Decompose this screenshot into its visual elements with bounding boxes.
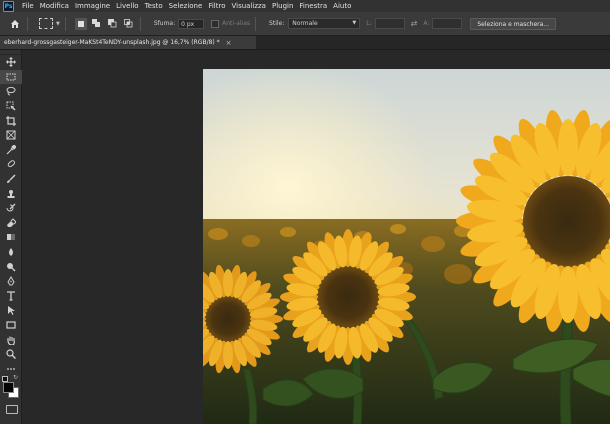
petal <box>557 119 579 176</box>
separator <box>139 16 141 31</box>
close-icon[interactable]: × <box>226 39 232 47</box>
document-tab[interactable]: eberhard-grossgasteiger-MaKSt4TeNDY-unsp… <box>0 36 256 49</box>
menu-livello[interactable]: Livello <box>113 0 141 12</box>
document-image[interactable] <box>203 69 610 424</box>
menu-selezione[interactable]: Selezione <box>166 0 206 12</box>
menu-aiuto[interactable]: Aiuto <box>330 0 354 12</box>
petal <box>223 269 233 297</box>
swap-colors-icon[interactable]: ↻ <box>13 374 18 381</box>
rectangle-tool-icon[interactable] <box>0 318 22 333</box>
select-and-mask-button[interactable]: Seleziona e maschera... <box>470 17 557 30</box>
hand-tool-icon[interactable] <box>0 332 22 347</box>
crop-tool-icon[interactable] <box>0 113 22 128</box>
width-input[interactable] <box>374 18 405 29</box>
move-tool-icon[interactable] <box>0 55 22 70</box>
document-tab-title: eberhard-grossgasteiger-MaKSt4TeNDY-unsp… <box>4 39 220 46</box>
photoshop-logo-icon[interactable]: Ps <box>3 0 14 12</box>
spot-healing-brush-icon[interactable] <box>0 157 22 172</box>
subtract-from-selection-icon[interactable] <box>107 18 119 30</box>
menu-file[interactable]: File <box>19 0 37 12</box>
dodge-tool-icon[interactable] <box>0 259 22 274</box>
intersect-selection-icon[interactable] <box>123 18 135 30</box>
anti-alias-checkbox[interactable] <box>211 19 220 28</box>
petal <box>557 266 579 323</box>
canvas-area[interactable] <box>22 50 610 424</box>
tool-preset-icon[interactable] <box>39 18 53 29</box>
more-tools-icon[interactable] <box>0 361 22 376</box>
document-tab-bar: eberhard-grossgasteiger-MaKSt4TeNDY-unsp… <box>0 36 610 50</box>
tools-panel: ↻ <box>0 50 22 424</box>
anti-alias-label: Anti-alias <box>222 20 251 27</box>
menu-plugin[interactable]: Plugin <box>269 0 296 12</box>
height-label: A: <box>423 20 430 27</box>
chevron-down-icon[interactable]: ▼ <box>56 21 60 27</box>
new-selection-icon[interactable] <box>74 17 87 30</box>
flower-center <box>318 267 378 327</box>
rectangular-marquee-tool-icon[interactable] <box>0 69 22 85</box>
object-selection-tool-icon[interactable] <box>0 99 22 114</box>
flower-center <box>523 176 610 266</box>
history-brush-icon[interactable] <box>0 201 22 216</box>
menu-finestra[interactable]: Finestra <box>296 0 330 12</box>
separator <box>255 16 257 31</box>
color-swatches: ↻ <box>2 374 20 398</box>
eyedropper-tool-icon[interactable] <box>0 143 22 158</box>
gradient-tool-icon[interactable] <box>0 230 22 245</box>
sunflower-photo <box>203 69 610 424</box>
separator <box>64 16 66 31</box>
path-selection-tool-icon[interactable] <box>0 303 22 318</box>
add-to-selection-icon[interactable] <box>91 18 103 30</box>
height-input[interactable] <box>432 18 463 29</box>
style-select-value: Normale <box>292 20 318 27</box>
feather-label: Sfuma: <box>153 20 176 27</box>
lasso-tool-icon[interactable] <box>0 84 22 99</box>
chevron-down-icon: ▼ <box>352 20 357 26</box>
petal <box>223 341 233 369</box>
frame-tool-icon[interactable] <box>0 128 22 143</box>
width-label: L: <box>366 20 372 27</box>
quick-mask-icon[interactable] <box>6 405 18 414</box>
options-bar: ▼ Sfuma: 0 px Anti-alias Stile: Normale … <box>0 12 610 36</box>
menu-filtro[interactable]: Filtro <box>205 0 228 12</box>
style-select[interactable]: Normale ▼ <box>288 18 361 29</box>
blur-tool-icon[interactable] <box>0 245 22 260</box>
home-icon[interactable] <box>8 17 22 31</box>
brush-tool-icon[interactable] <box>0 172 22 187</box>
flower-center <box>206 297 250 341</box>
menu-immagine[interactable]: Immagine <box>72 0 113 12</box>
eraser-tool-icon[interactable] <box>0 216 22 231</box>
swap-dimensions-icon[interactable]: ⇄ <box>411 19 418 28</box>
style-label: Stile: <box>269 20 285 27</box>
pen-tool-icon[interactable] <box>0 274 22 289</box>
menu-testo[interactable]: Testo <box>142 0 166 12</box>
menu-visualizza[interactable]: Visualizza <box>228 0 268 12</box>
feather-input[interactable]: 0 px <box>178 18 205 29</box>
foreground-color-swatch[interactable] <box>3 382 14 393</box>
zoom-tool-icon[interactable] <box>0 347 22 362</box>
menu-bar: Ps File Modifica Immagine Livello Testo … <box>0 0 610 12</box>
menu-modifica[interactable]: Modifica <box>37 0 72 12</box>
clone-stamp-tool-icon[interactable] <box>0 186 22 201</box>
type-tool-icon[interactable] <box>0 289 22 304</box>
separator <box>27 16 28 31</box>
